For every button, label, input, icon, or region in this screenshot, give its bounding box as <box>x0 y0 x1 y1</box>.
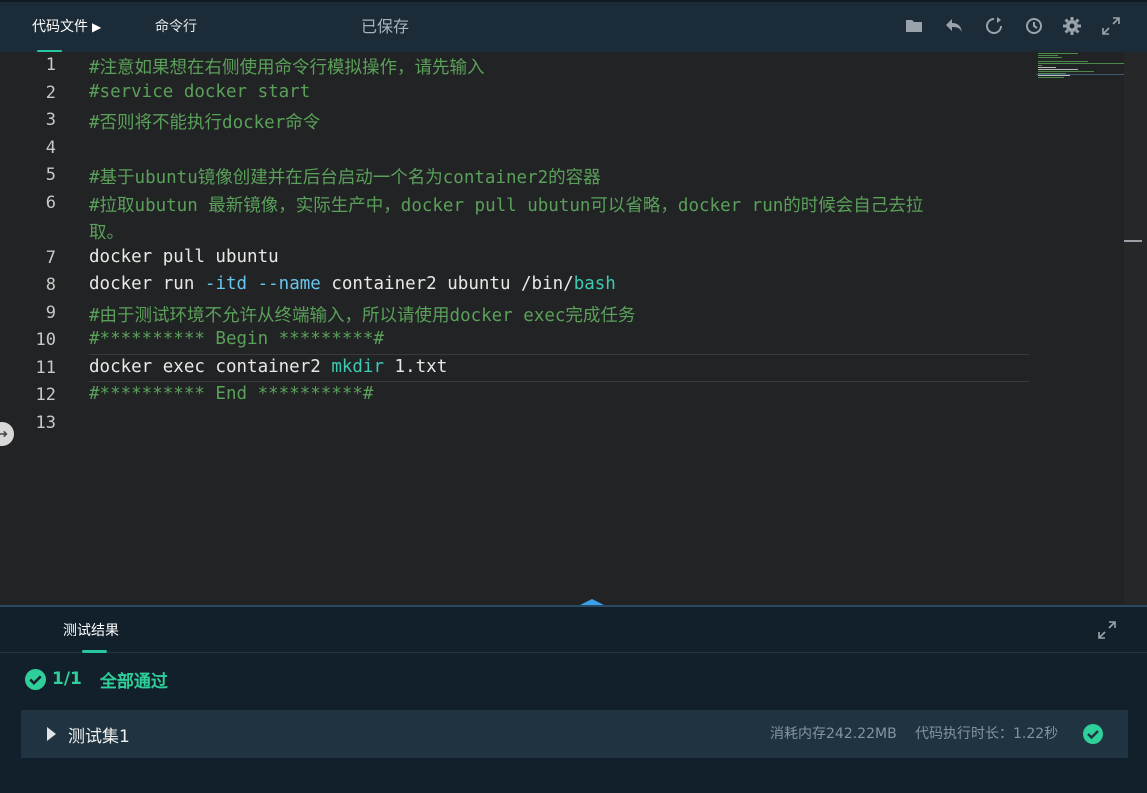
code-line-6-wrap[interactable]: 取。 <box>89 219 124 244</box>
gear-icon[interactable] <box>1061 15 1083 37</box>
folder-icon[interactable] <box>903 15 925 37</box>
results-header: 测试结果 <box>0 607 1147 653</box>
line-number: 8 <box>45 275 56 295</box>
testset-row[interactable]: 测试集1 消耗内存242.22MB 代码执行时长：1.22秒 <box>21 710 1128 758</box>
line-number: 12 <box>35 385 56 405</box>
results-summary: 1/1 全部通过 <box>25 667 168 692</box>
expand-triangle-icon[interactable] <box>47 727 56 741</box>
memory-usage: 消耗内存242.22MB <box>770 726 897 742</box>
code-token-keyword: mkdir <box>331 357 385 377</box>
line-number: 4 <box>45 138 56 158</box>
vertical-scrollbar[interactable] <box>1124 52 1147 607</box>
code-line-5[interactable]: #基于ubuntu镜像创建并在后台启动一个名为container2的容器 <box>89 164 601 189</box>
line-number: 5 <box>45 165 56 185</box>
check-circle-icon <box>1083 724 1103 744</box>
pass-count: 1/1 <box>52 669 82 689</box>
tab-test-results[interactable]: 测试结果 <box>63 607 119 655</box>
scrollbar-marker <box>1124 240 1142 242</box>
code-line-3[interactable]: #否则将不能执行docker命令 <box>89 109 320 134</box>
code-token: container2 ubuntu /bin/ <box>320 274 574 294</box>
execution-time: 代码执行时长：1.22秒 <box>915 726 1059 742</box>
code-minimap[interactable] <box>1036 52 1126 82</box>
code-editor[interactable]: 1 2 3 4 5 6 7 8 9 10 11 12 13 #注意如果想在右侧使… <box>0 52 1147 607</box>
line-number: 11 <box>35 358 56 378</box>
test-results-panel: 测试结果 1/1 全部通过 测试集1 消耗内存242.22MB 代码执行时长：1… <box>0 607 1147 793</box>
code-line-1[interactable]: #注意如果想在右侧使用命令行模拟操作，请先输入 <box>89 54 485 79</box>
save-status: 已保存 <box>361 17 410 36</box>
editor-toolbar: 代码文件 ▶ 命令行 已保存 <box>0 0 1147 54</box>
line-number: 3 <box>45 110 56 130</box>
code-token-keyword: bash <box>573 274 616 294</box>
line-number: 10 <box>35 330 56 350</box>
testset-name: 测试集1 <box>68 726 130 747</box>
play-icon: ▶ <box>92 20 102 34</box>
check-circle-icon <box>25 668 46 690</box>
code-line-11[interactable]: docker exec container2 mkdir 1.txt <box>89 357 447 377</box>
pass-status-text: 全部通过 <box>99 671 168 692</box>
tab-code-files-label: 代码文件 <box>32 19 88 35</box>
fullscreen-icon[interactable] <box>1100 15 1122 37</box>
restore-icon[interactable] <box>1023 15 1045 37</box>
active-tab-indicator <box>82 650 107 653</box>
code-line-6[interactable]: #拉取ubutun 最新镜像，实际生产中，docker pull ubutun可… <box>89 192 923 217</box>
line-number: 6 <box>45 193 56 213</box>
code-token: docker exec container2 <box>89 357 332 377</box>
tab-code-files[interactable]: 代码文件 ▶ <box>32 2 101 54</box>
tab-command-line-label: 命令行 <box>155 19 197 35</box>
line-number: 9 <box>45 303 56 323</box>
line-number: 7 <box>45 248 56 268</box>
code-token: 1.txt <box>384 357 448 377</box>
code-line-9[interactable]: #由于测试环境不允许从终端输入，所以请使用docker exec完成任务 <box>89 302 635 327</box>
line-number: 2 <box>45 83 56 103</box>
code-line-10[interactable]: #********** Begin *********# <box>89 329 384 349</box>
line-number: 1 <box>45 55 56 75</box>
code-line-2[interactable]: #service docker start <box>89 82 310 102</box>
undo-icon[interactable] <box>943 15 965 37</box>
refresh-icon[interactable] <box>983 15 1005 37</box>
code-token: docker run <box>89 274 205 294</box>
code-token-option: --name <box>257 274 321 294</box>
code-line-12[interactable]: #********** End **********# <box>89 384 373 404</box>
code-line-8[interactable]: docker run -itd --name container2 ubuntu… <box>89 274 616 294</box>
fullscreen-icon[interactable] <box>1097 620 1117 640</box>
tab-command-line[interactable]: 命令行 <box>155 2 197 54</box>
code-token-option: -itd <box>204 274 248 294</box>
code-line-7[interactable]: docker pull ubuntu <box>89 247 279 267</box>
